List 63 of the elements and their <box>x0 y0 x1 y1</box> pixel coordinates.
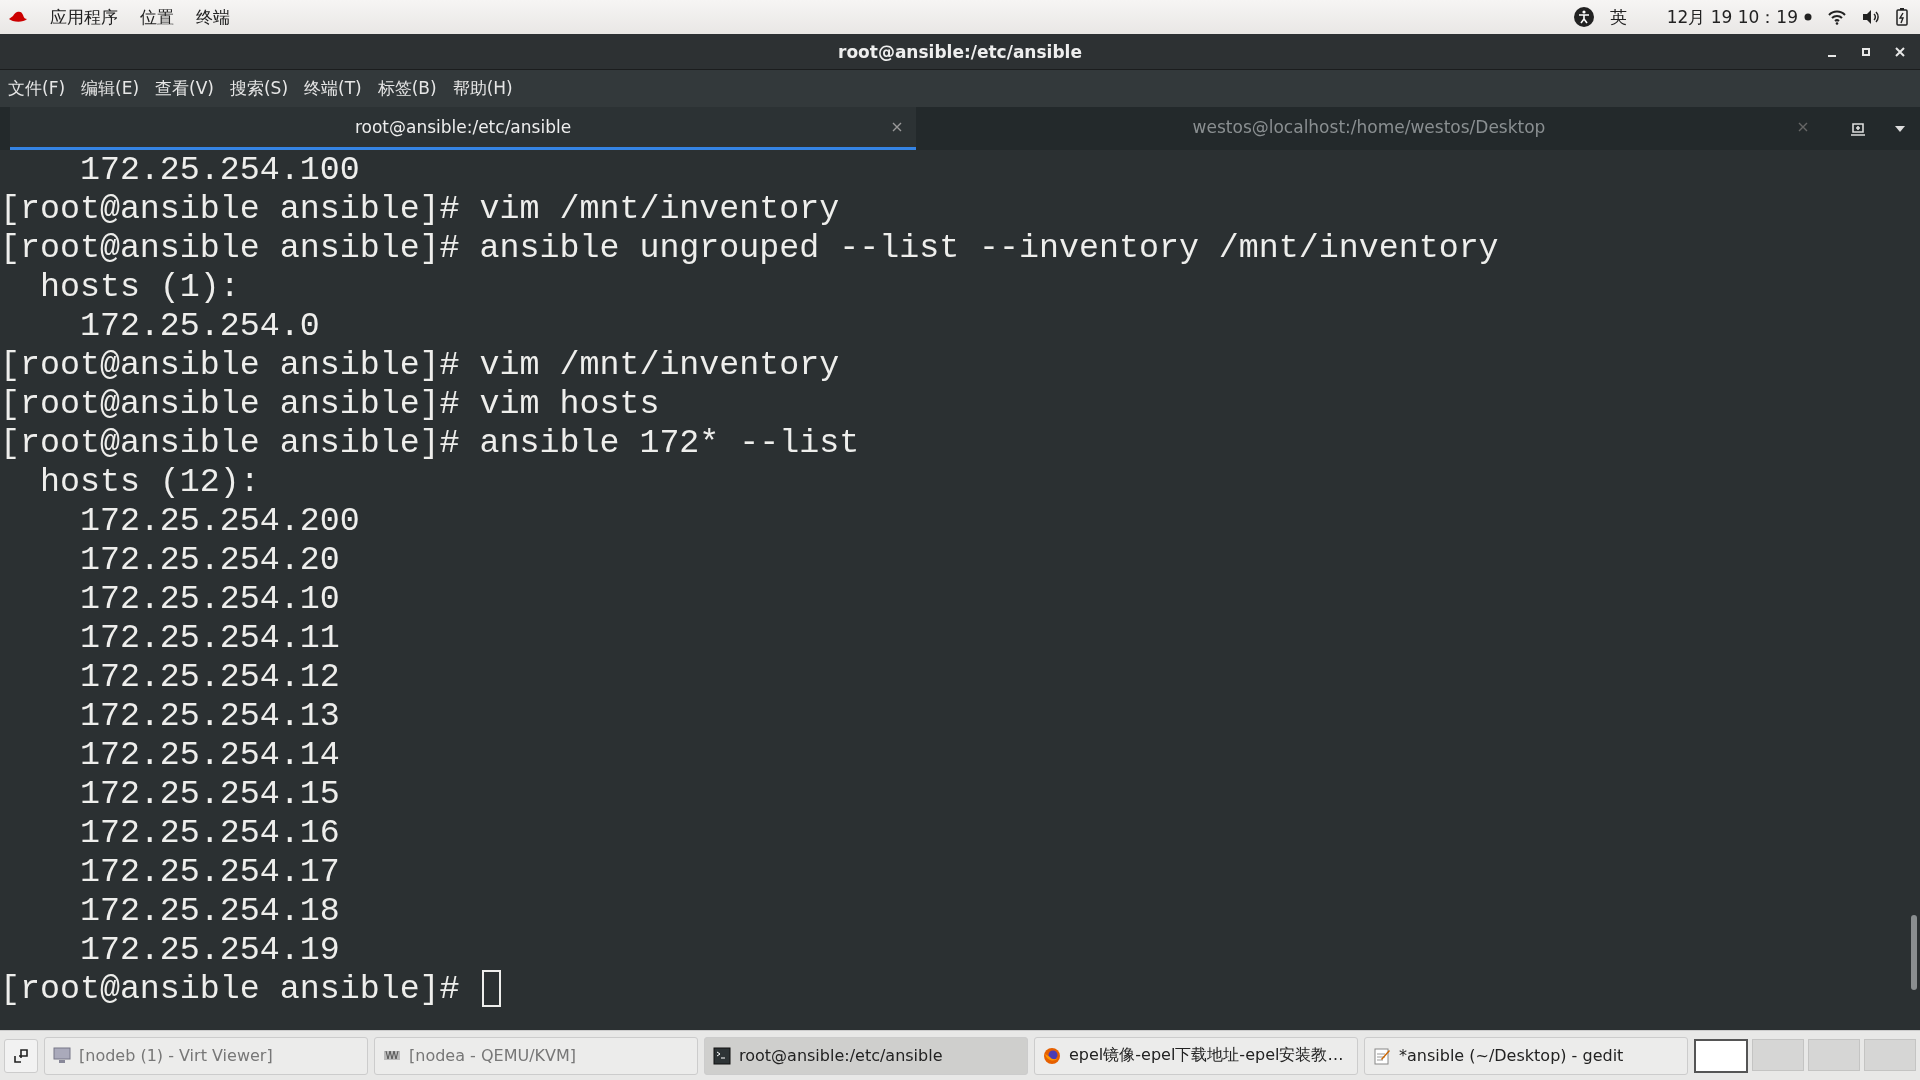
menu-item[interactable]: 终端(T) <box>304 77 362 100</box>
top-menu[interactable]: 终端 <box>196 5 230 29</box>
terminal-line: 172.25.254.100 <box>78 150 360 189</box>
window-title: root@ansible:/etc/ansible <box>838 41 1082 62</box>
terminal-line: hosts (1): <box>38 267 240 306</box>
terminal-line: 172.25.254.11 <box>78 618 340 657</box>
terminal-line: [root@ansible ansible]# vim hosts <box>0 384 660 423</box>
workspace-button[interactable] <box>1694 1038 1748 1073</box>
top-menu[interactable]: 位置 <box>140 5 174 29</box>
menu-item[interactable]: 搜索(S) <box>229 77 289 100</box>
terminal-line: 172.25.254.20 <box>78 540 340 579</box>
battery-icon[interactable] <box>1896 8 1908 26</box>
scrollbar-thumb[interactable] <box>1911 915 1917 990</box>
menu-item[interactable]: 帮助(H) <box>452 77 513 100</box>
terminal-line: 172.25.254.0 <box>78 306 320 345</box>
terminal-tab[interactable]: root@ansible:/etc/ansible <box>10 107 916 150</box>
terminal-line: 172.25.254.19 <box>78 930 340 969</box>
terminal-line: 172.25.254.14 <box>78 735 340 774</box>
input-method[interactable]: 英 <box>1609 5 1627 29</box>
terminal-icon <box>713 1046 731 1065</box>
terminal-line: 172.25.254.13 <box>78 696 340 735</box>
monitor-icon <box>53 1046 71 1065</box>
terminal-line: 172.25.254.16 <box>78 813 340 852</box>
hat-icon[interactable] <box>8 10 28 24</box>
tab-label[interactable]: westos@localhost:/home/westos/Desktop <box>1192 117 1546 137</box>
wifi-icon[interactable] <box>1828 9 1846 25</box>
terminal-line: [root@ansible ansible]# <box>0 969 461 1008</box>
menu-item[interactable]: 查看(V) <box>155 77 214 100</box>
volume-icon[interactable] <box>1862 9 1880 25</box>
new-tab-icon[interactable] <box>1850 120 1866 137</box>
terminal-line: [root@ansible ansible]# ansible 172* --list <box>0 423 860 462</box>
window-list-icon[interactable] <box>4 1038 38 1073</box>
menu-item[interactable]: 标签(B) <box>377 77 437 100</box>
browser-icon <box>1043 1046 1061 1065</box>
close-icon[interactable] <box>892 122 902 132</box>
terminal-line: [root@ansible ansible]# vim /mnt/inventory <box>0 345 840 384</box>
accessibility-icon[interactable] <box>1573 7 1594 27</box>
taskbar-item[interactable]: root@ansible:/etc/ansible <box>704 1036 1028 1075</box>
taskbar-item[interactable]: [nodeb (1) - Virt Viewer] <box>44 1036 368 1075</box>
terminal-area[interactable] <box>0 150 1920 1030</box>
text-editor-icon <box>1373 1046 1391 1065</box>
clock[interactable]: 12月 19 10：19 <box>1666 5 1798 29</box>
terminal-line: hosts (12): <box>38 462 260 501</box>
top-menu[interactable]: 应用程序 <box>50 5 118 29</box>
text-cursor <box>481 970 501 1007</box>
terminal-line: 172.25.254.200 <box>78 501 360 540</box>
terminal-line: 172.25.254.18 <box>78 891 340 930</box>
menu-item[interactable]: 编辑(E) <box>81 77 140 100</box>
taskbar-item[interactable]: epel镜像-epel下载地址-epel安装教… <box>1034 1036 1358 1075</box>
terminal-line: 172.25.254.17 <box>78 852 340 891</box>
tab-label[interactable]: root@ansible:/etc/ansible <box>354 117 572 137</box>
dropdown-icon[interactable] <box>1894 124 1906 133</box>
terminal-line: [root@ansible ansible]# ansible ungrouped --list --inventory /mnt/inventory <box>0 228 1499 267</box>
terminal-tab[interactable]: westos@localhost:/home/westos/Desktop <box>916 107 1822 150</box>
terminal-line: [root@ansible ansible]# vim /mnt/inventory <box>0 189 840 228</box>
terminal-line: 172.25.254.10 <box>78 579 340 618</box>
terminal-line: 172.25.254.12 <box>78 657 340 696</box>
taskbar-item[interactable]: [nodea - QEMU/KVM] <box>374 1036 698 1075</box>
dot-icon <box>1804 13 1812 21</box>
taskbar-item[interactable]: *ansible (~/Desktop) - gedit <box>1364 1036 1688 1075</box>
maximize-icon[interactable] <box>1860 46 1872 58</box>
terminal-line: 172.25.254.15 <box>78 774 340 813</box>
menu-item[interactable]: 文件(F) <box>8 77 66 100</box>
